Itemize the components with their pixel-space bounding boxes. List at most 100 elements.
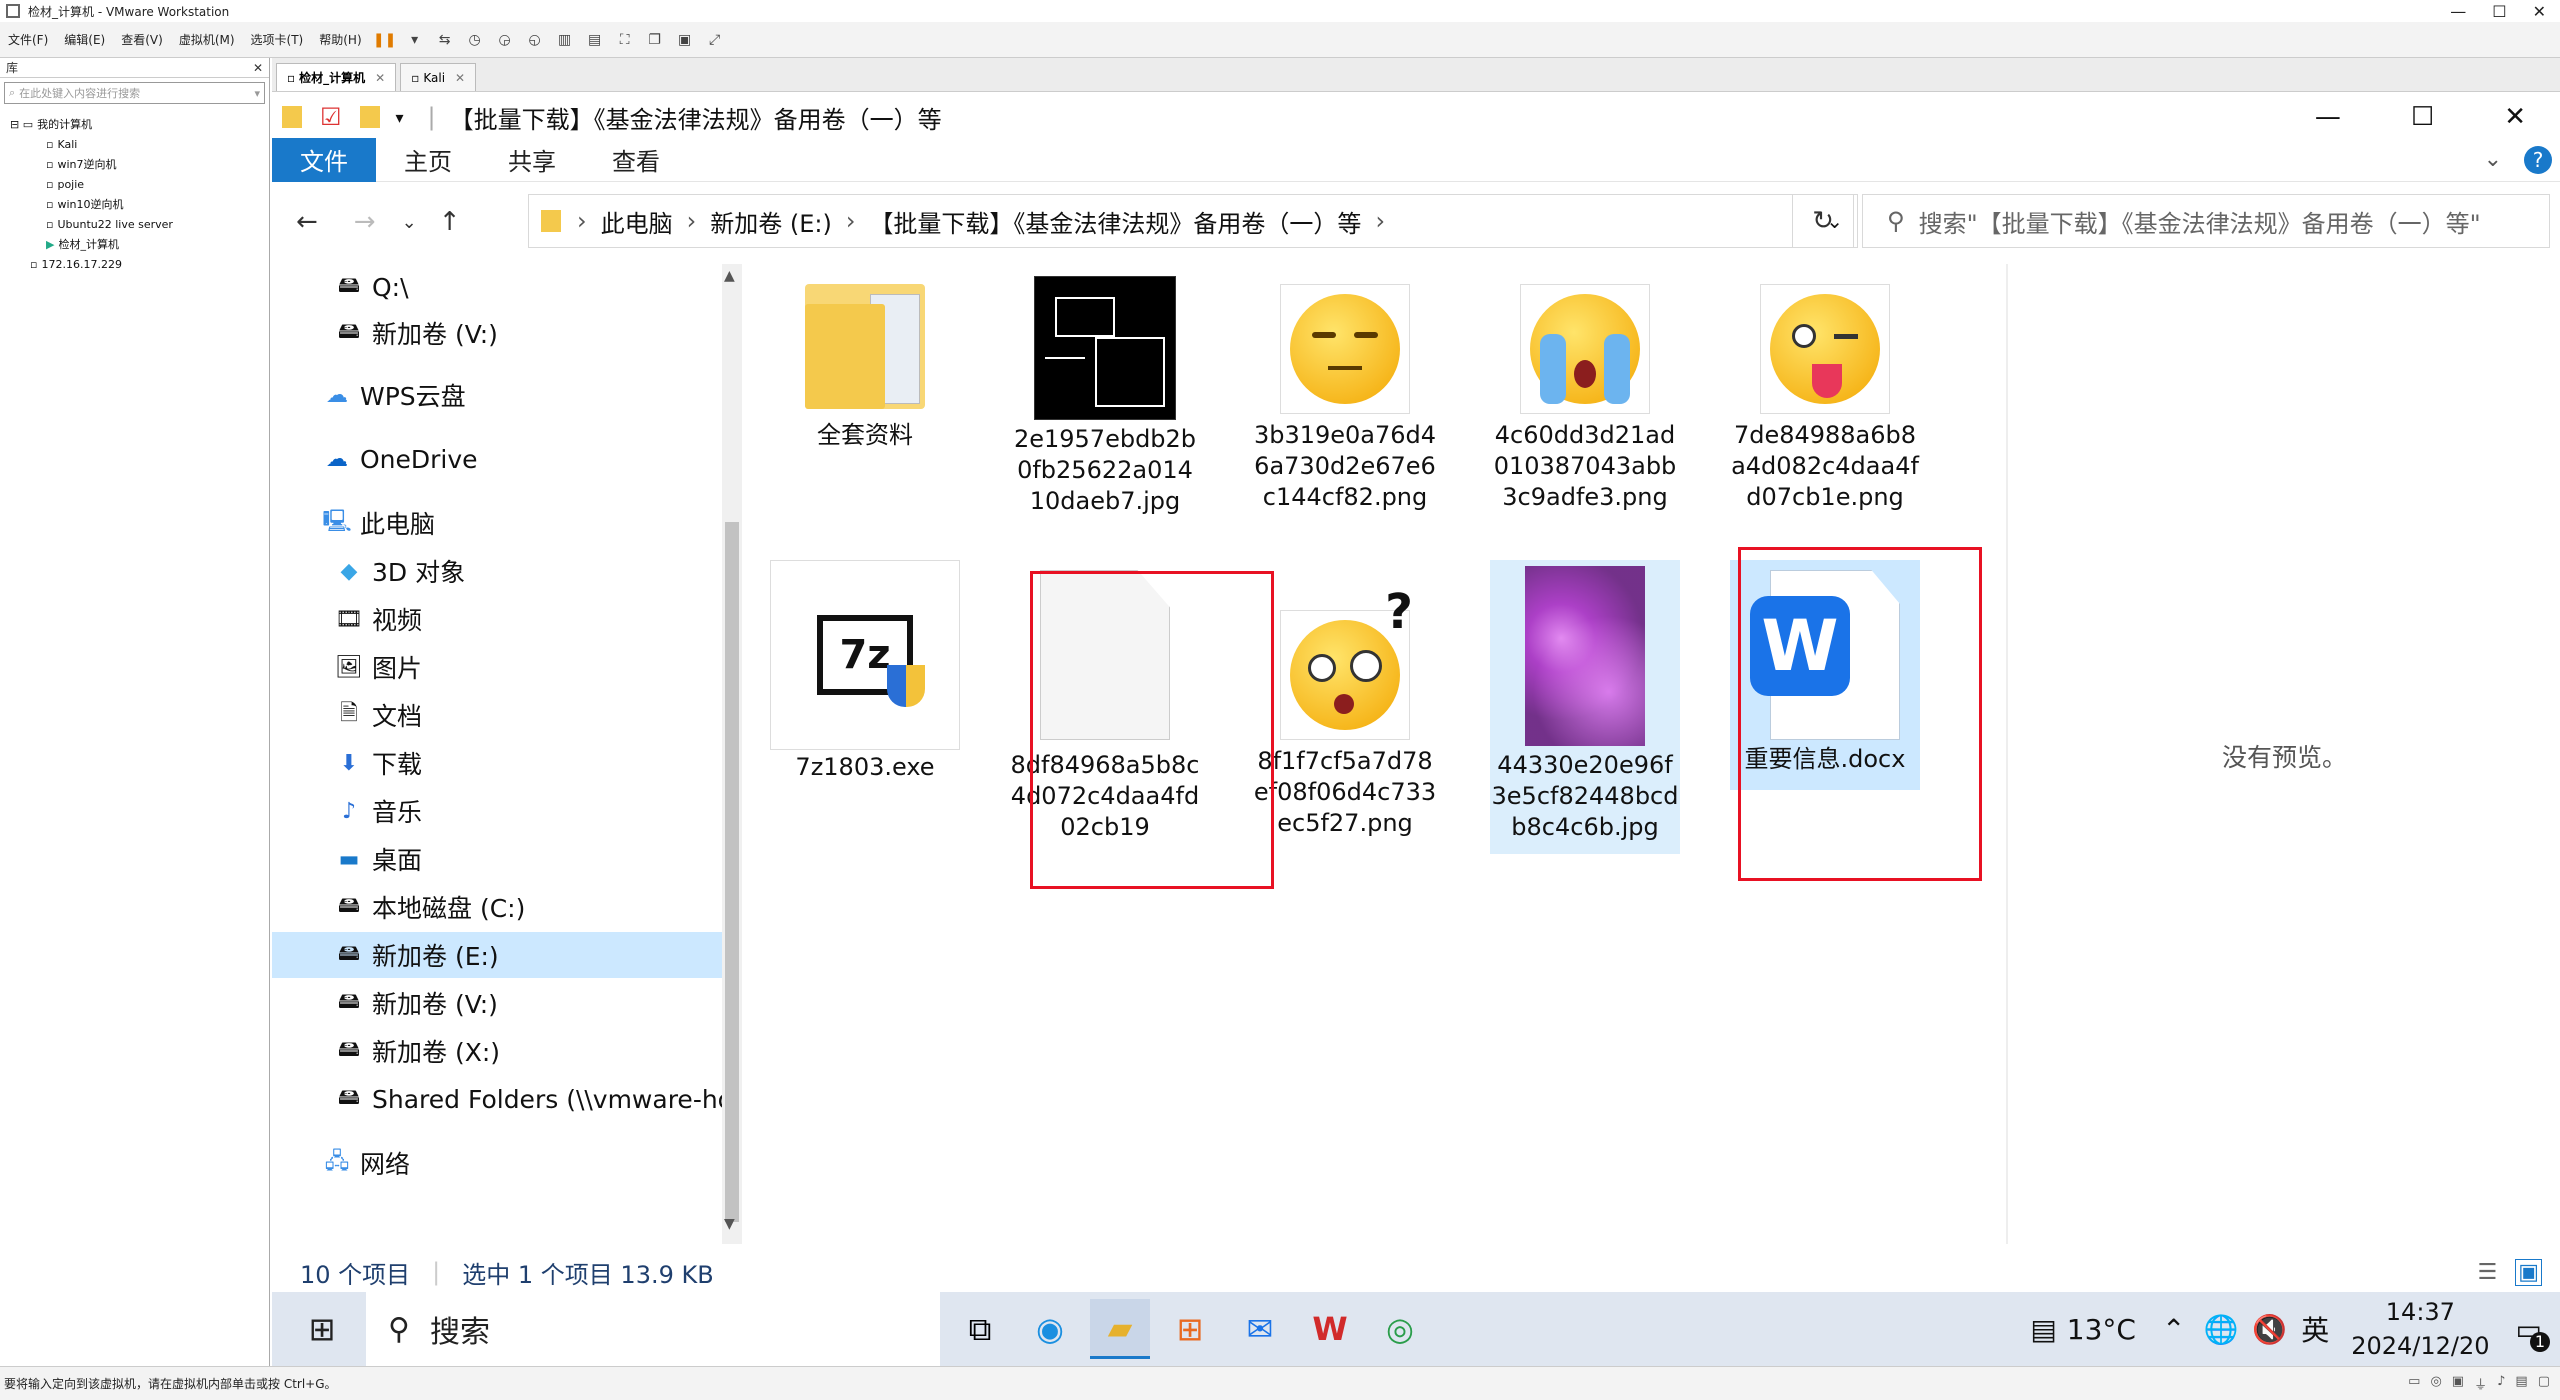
maximize-icon[interactable]: ☐: [2492, 2, 2506, 21]
nav-shared-folders[interactable]: 🖴 Shared Folders (\\vmware-host: [334, 1076, 722, 1122]
nav-videos[interactable]: 🎞 视频: [334, 596, 422, 642]
chevron-down-icon[interactable]: ▾: [254, 87, 260, 100]
tab-file[interactable]: 文件: [272, 137, 376, 182]
weather-temperature[interactable]: 13°C: [2067, 1313, 2136, 1346]
ribbon-expand-icon[interactable]: ⌄: [2484, 147, 2502, 172]
file-item[interactable]: 7z 7z1803.exe: [770, 560, 960, 783]
new-folder-icon[interactable]: [359, 106, 380, 128]
tab-home[interactable]: 主页: [376, 138, 480, 182]
scroll-down-icon[interactable]: ▼: [724, 1216, 735, 1232]
tree-vm-ubuntu[interactable]: ▫ Ubuntu22 live server: [0, 214, 269, 234]
nav-documents[interactable]: 🗎 文档: [334, 692, 422, 738]
nav-drive-q[interactable]: 🖴 Q:\: [334, 264, 409, 310]
stretch-icon[interactable]: ⤢: [703, 28, 727, 52]
console-icon[interactable]: ▣: [673, 28, 697, 52]
menu-edit[interactable]: 编辑(E): [64, 31, 105, 48]
forward-arrow-icon[interactable]: →: [354, 207, 376, 237]
tab-share[interactable]: 共享: [480, 138, 584, 182]
tree-vm-pojie[interactable]: ▫ pojie: [0, 174, 269, 194]
tab-jiancai[interactable]: ▫ 检材_计算机 ✕: [276, 63, 397, 91]
dropdown-icon[interactable]: ▾: [403, 28, 427, 52]
chrome-browser-icon[interactable]: ◎: [1370, 1299, 1430, 1359]
library-close-icon[interactable]: ✕: [253, 61, 263, 75]
library-search-input[interactable]: ⌕ 在此处键入内容进行搜索 ▾: [4, 82, 265, 104]
recent-locations-icon[interactable]: ⌄: [402, 212, 417, 233]
task-view-icon[interactable]: ⧉: [950, 1299, 1010, 1359]
menu-tabs[interactable]: 选项卡(T): [251, 31, 304, 48]
address-bar[interactable]: › 此电脑 › 新加卷 (E:) › 【批量下载】《基金法律法规》备用卷（一）等…: [528, 194, 1858, 248]
tree-vm-win10[interactable]: ▫ win10逆向机: [0, 194, 269, 214]
nav-pictures[interactable]: 🖼 图片: [334, 644, 422, 690]
help-icon[interactable]: ?: [2524, 145, 2552, 174]
breadcrumb-this-pc[interactable]: 此电脑: [601, 204, 673, 239]
unity-icon[interactable]: ❐: [643, 28, 667, 52]
scroll-up-icon[interactable]: ▲: [724, 268, 735, 284]
microsoft-store-icon[interactable]: ⊞: [1160, 1299, 1220, 1359]
details-view-icon[interactable]: ☰: [2477, 1260, 2497, 1285]
edge-browser-icon[interactable]: ◉: [1020, 1299, 1080, 1359]
fullscreen-icon[interactable]: ⛶: [613, 28, 637, 52]
notification-icon[interactable]: ▭ 1: [2516, 1313, 2550, 1352]
cd-drive-icon[interactable]: ◎: [2430, 1374, 2441, 1393]
revert-snapshot-icon[interactable]: ◶: [493, 28, 517, 52]
clock[interactable]: 14:37 2024/12/20: [2351, 1295, 2489, 1363]
menu-vm[interactable]: 虚拟机(M): [179, 31, 235, 48]
tree-remote-host[interactable]: ▫ 172.16.17.229: [0, 254, 269, 274]
file-explorer-icon[interactable]: ▰: [1090, 1299, 1150, 1359]
file-item[interactable]: 3b319e0a76d46a730d2e67e6c144cf82.png: [1250, 264, 1440, 513]
taskbar-search[interactable]: ⚲ 搜索: [366, 1292, 940, 1366]
network-adapter-icon[interactable]: ▣: [2452, 1374, 2464, 1393]
nav-downloads[interactable]: ⬇ 下载: [334, 740, 422, 786]
maximize-icon[interactable]: ☐: [2411, 102, 2434, 132]
hard-disk-icon[interactable]: ▭: [2408, 1374, 2420, 1393]
file-item[interactable]: 44330e20e96f3e5cf82448bcdb8c4c6b.jpg: [1490, 560, 1680, 854]
nav-drive-v[interactable]: 🖴 新加卷 (V:): [334, 310, 498, 356]
nav-3d-objects[interactable]: ◆ 3D 对象: [334, 548, 466, 594]
menu-view[interactable]: 查看(V): [121, 31, 163, 48]
nav-volume-e[interactable]: 🖴 新加卷 (E:): [272, 932, 722, 978]
nav-network[interactable]: 🖧 网络: [322, 1140, 410, 1186]
display-icon[interactable]: ▢: [2538, 1374, 2550, 1393]
breadcrumb-current-folder[interactable]: 【批量下载】《基金法律法规》备用卷（一）等: [869, 204, 1361, 239]
file-item[interactable]: 全套资料: [770, 264, 960, 451]
quick-access-dropdown-icon[interactable]: ▾: [396, 108, 404, 127]
tab-kali[interactable]: ▫ Kali ✕: [400, 63, 477, 91]
nav-music[interactable]: ♪ 音乐: [334, 788, 422, 834]
nav-volume-x[interactable]: 🖴 新加卷 (X:): [334, 1028, 500, 1074]
windows-start-icon[interactable]: ⊞: [292, 1299, 352, 1359]
tab-close-icon[interactable]: ✕: [375, 71, 385, 85]
nav-this-pc[interactable]: 🖳 此电脑: [322, 500, 435, 546]
tree-vm-win7[interactable]: ▫ win7逆向机: [0, 154, 269, 174]
minimize-icon[interactable]: —: [2450, 2, 2466, 21]
nav-desktop[interactable]: ▬ 桌面: [334, 836, 422, 882]
file-item[interactable]: 7de84988a6b8a4d082c4daa4fd07cb1e.png: [1730, 264, 1920, 513]
guest-screen[interactable]: ☑ ▾ | 【批量下载】《基金法律法规》备用卷（一）等 — ☐ ✕ 文件 主页 …: [272, 92, 2560, 1366]
menu-help[interactable]: 帮助(H): [319, 31, 361, 48]
properties-check-icon[interactable]: ☑: [320, 103, 342, 131]
volume-muted-icon[interactable]: 🔇: [2252, 1313, 2287, 1346]
snapshot-manager-icon[interactable]: ◵: [523, 28, 547, 52]
sound-icon[interactable]: ♪: [2497, 1374, 2505, 1393]
nav-scrollbar-thumb[interactable]: [725, 522, 739, 1222]
file-item[interactable]: ? 8f1f7cf5a7d78ef08f06d4c733ec5f27.png: [1250, 560, 1440, 839]
back-arrow-icon[interactable]: ←: [296, 207, 318, 237]
file-item[interactable]: 4c60dd3d21ad010387043abb3c9adfe3.png: [1490, 264, 1680, 513]
refresh-icon[interactable]: ↻: [1792, 194, 1854, 248]
show-library-icon[interactable]: ▥: [553, 28, 577, 52]
network-globe-icon[interactable]: 🌐: [2203, 1313, 2238, 1346]
nav-wps-cloud[interactable]: ☁ WPS云盘: [322, 372, 466, 418]
menu-file[interactable]: 文件(F): [8, 31, 48, 48]
chevron-up-icon[interactable]: ⌃: [2162, 1313, 2185, 1346]
nav-local-disk-c[interactable]: 🖴 本地磁盘 (C:): [334, 884, 525, 930]
send-ctrl-alt-del-icon[interactable]: ⇆: [433, 28, 457, 52]
close-icon[interactable]: ✕: [2504, 102, 2526, 132]
pause-icon[interactable]: ❚❚: [373, 28, 397, 52]
up-arrow-icon[interactable]: ↑: [439, 207, 461, 237]
breadcrumb-volume-e[interactable]: 新加卷 (E:): [710, 204, 832, 239]
nav-volume-v[interactable]: 🖴 新加卷 (V:): [334, 980, 498, 1026]
weather-icon[interactable]: ▤: [2030, 1313, 2056, 1346]
large-icons-view-icon[interactable]: ▣: [2515, 1258, 2542, 1286]
tab-close-icon[interactable]: ✕: [455, 71, 465, 85]
file-item[interactable]: 2e1957ebdb2b0fb25622a01410daeb7.jpg: [1010, 264, 1200, 517]
tree-vm-jiancai[interactable]: ▶ 检材_计算机: [0, 234, 269, 254]
